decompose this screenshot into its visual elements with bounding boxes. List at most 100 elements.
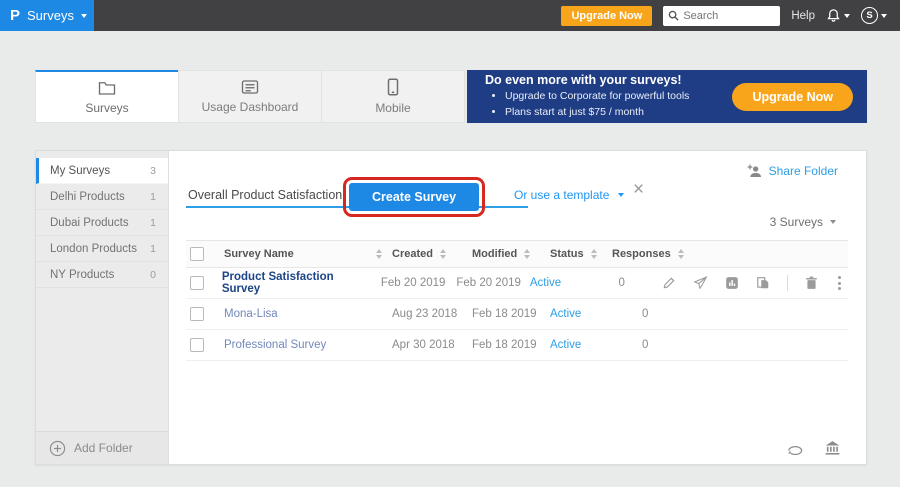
- create-survey-button[interactable]: Create Survey: [349, 183, 479, 211]
- avatar: S: [861, 7, 878, 24]
- responses-count: 0: [588, 277, 624, 289]
- top-navbar: P Surveys Upgrade Now Help S: [0, 0, 900, 31]
- tab-label: Usage Dashboard: [202, 100, 299, 114]
- close-icon[interactable]: ×: [633, 180, 644, 199]
- bank-icon[interactable]: [825, 441, 840, 455]
- folders-sidebar: My Surveys 3 Delhi Products 1 Dubai Prod…: [36, 151, 169, 464]
- use-template-dropdown[interactable]: Or use a template: [514, 188, 624, 202]
- folder-label: NY Products: [50, 269, 114, 281]
- modified-date: Feb 18 2019: [472, 339, 537, 351]
- created-date: Feb 20 2019: [381, 277, 446, 289]
- survey-name-link[interactable]: Professional Survey: [224, 339, 326, 351]
- column-header-responses: Responses: [612, 248, 671, 260]
- folder-label: London Products: [50, 243, 137, 255]
- column-header-status: Status: [550, 248, 584, 260]
- folder-count: 3: [150, 165, 156, 177]
- dashboard-icon: [241, 79, 259, 95]
- sort-icon[interactable]: [376, 249, 382, 259]
- surveys-count-label: 3 Surveys: [770, 215, 823, 229]
- notifications-button[interactable]: [826, 8, 850, 23]
- sort-icon[interactable]: [678, 249, 684, 259]
- row-checkbox[interactable]: [190, 276, 204, 290]
- account-menu[interactable]: S: [861, 7, 887, 24]
- table-row: Professional Survey Apr 30 2018 Feb 18 2…: [186, 330, 848, 361]
- banner-title: Do even more with your surveys!: [485, 73, 689, 87]
- survey-name-link[interactable]: Mona-Lisa: [224, 308, 278, 320]
- sort-icon[interactable]: [440, 249, 446, 259]
- upgrade-now-button[interactable]: Upgrade Now: [561, 6, 652, 26]
- annotation-highlight: Create Survey: [343, 177, 485, 217]
- bell-icon: [826, 8, 841, 23]
- chevron-down-icon: [618, 193, 624, 197]
- survey-list-pane: Share Folder Create Survey Or use a temp…: [169, 151, 866, 464]
- add-folder-button[interactable]: Add Folder: [36, 431, 168, 464]
- chevron-down-icon: [830, 220, 836, 224]
- sidebar-item-london-products[interactable]: London Products 1: [36, 236, 168, 262]
- share-person-add-icon: [747, 164, 763, 178]
- tab-surveys[interactable]: Surveys: [35, 70, 179, 123]
- tab-label: Mobile: [375, 101, 410, 115]
- share-folder-label: Share Folder: [769, 164, 838, 178]
- sidebar-item-dubai-products[interactable]: Dubai Products 1: [36, 210, 168, 236]
- responses-count: 0: [612, 308, 648, 320]
- folder-label: My Surveys: [50, 165, 110, 177]
- tab-usage-dashboard[interactable]: Usage Dashboard: [178, 70, 322, 123]
- search-icon: [668, 10, 679, 21]
- select-all-checkbox[interactable]: [190, 247, 204, 261]
- table-row: Product Satisfaction Survey Feb 20 2019 …: [186, 268, 848, 299]
- banner-bullet: Upgrade to Corporate for powerful tools: [505, 88, 689, 104]
- row-checkbox[interactable]: [190, 338, 204, 352]
- surveys-count-dropdown[interactable]: 3 Surveys: [770, 215, 836, 229]
- banner-bullet: Plans start at just $75 / month: [505, 104, 689, 120]
- more-vertical-icon[interactable]: [835, 276, 844, 290]
- search-input[interactable]: [683, 10, 775, 22]
- folder-count: 1: [150, 217, 156, 229]
- chevron-down-icon: [881, 14, 887, 18]
- sort-icon[interactable]: [524, 249, 530, 259]
- banner-upgrade-button[interactable]: Upgrade Now: [732, 83, 853, 111]
- created-date: Apr 30 2018: [392, 339, 455, 351]
- row-checkbox[interactable]: [190, 307, 204, 321]
- section-tabs: Surveys Usage Dashboard Mobile: [35, 70, 465, 123]
- divider: [787, 275, 788, 291]
- folder-label: Delhi Products: [50, 191, 125, 203]
- share-folder-button[interactable]: Share Folder: [747, 164, 838, 178]
- mobile-icon: [387, 78, 399, 96]
- sidebar-item-my-surveys[interactable]: My Surveys 3: [36, 158, 168, 184]
- app-switcher[interactable]: P Surveys: [0, 0, 94, 31]
- sidebar-item-delhi-products[interactable]: Delhi Products 1: [36, 184, 168, 210]
- edit-pencil-icon[interactable]: [662, 276, 676, 290]
- status-link[interactable]: Active: [550, 308, 581, 320]
- send-plane-icon[interactable]: [693, 276, 708, 290]
- report-chart-icon[interactable]: [725, 276, 739, 290]
- delete-trash-icon[interactable]: [805, 276, 818, 290]
- table-row: Mona-Lisa Aug 23 2018 Feb 18 2019 Active…: [186, 299, 848, 330]
- status-link[interactable]: Active: [530, 277, 561, 289]
- status-link[interactable]: Active: [550, 339, 581, 351]
- search-box[interactable]: [663, 6, 780, 26]
- table-header: Survey Name Created Modified Status Resp…: [186, 240, 848, 268]
- brand-logo: P: [10, 7, 20, 24]
- modified-date: Feb 20 2019: [456, 277, 521, 289]
- column-header-modified: Modified: [472, 248, 517, 260]
- survey-name-link[interactable]: Product Satisfaction Survey: [222, 271, 371, 295]
- folder-label: Dubai Products: [50, 217, 129, 229]
- tab-mobile[interactable]: Mobile: [321, 70, 465, 123]
- help-link[interactable]: Help: [791, 10, 815, 22]
- folder-icon: [98, 80, 116, 96]
- column-header-survey-name: Survey Name: [224, 248, 294, 260]
- refresh-loop-icon[interactable]: [786, 441, 803, 455]
- sort-icon[interactable]: [591, 249, 597, 259]
- upgrade-banner: Do even more with your surveys! Upgrade …: [467, 70, 867, 123]
- modified-date: Feb 18 2019: [472, 308, 537, 320]
- surveys-panel: My Surveys 3 Delhi Products 1 Dubai Prod…: [35, 150, 867, 465]
- folder-count: 0: [150, 269, 156, 281]
- column-header-created: Created: [392, 248, 433, 260]
- use-template-label: Or use a template: [514, 188, 609, 202]
- surveys-table: Survey Name Created Modified Status Resp…: [186, 240, 848, 361]
- tab-label: Surveys: [85, 101, 128, 115]
- folder-count: 1: [150, 191, 156, 203]
- copy-icon[interactable]: [756, 276, 770, 290]
- sidebar-item-ny-products[interactable]: NY Products 0: [36, 262, 168, 288]
- chevron-down-icon: [844, 14, 850, 18]
